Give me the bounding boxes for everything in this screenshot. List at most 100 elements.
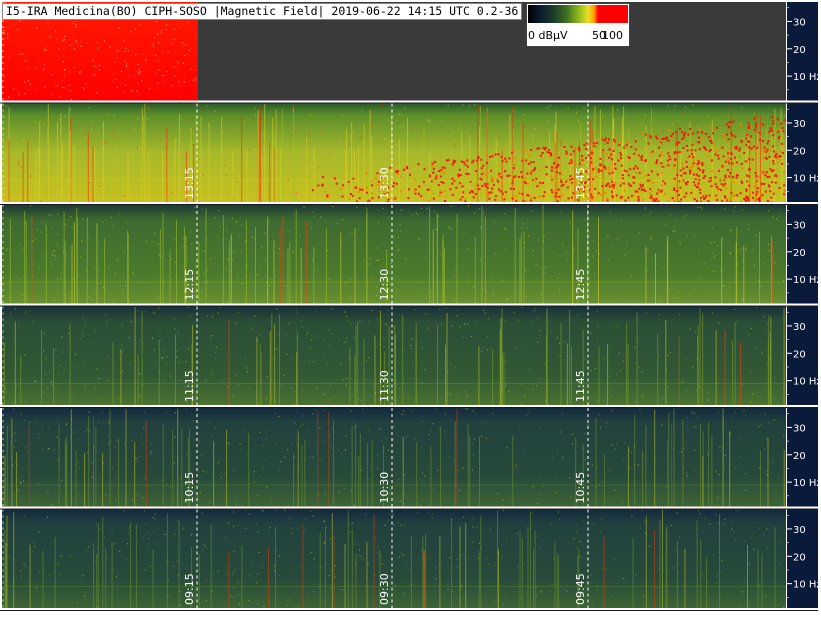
noise-speck [368, 138, 370, 140]
noise-speck [570, 496, 572, 498]
noise-speck [88, 182, 90, 184]
noise-speck [358, 549, 360, 551]
saturated-speck [565, 152, 568, 155]
saturated-speck [692, 156, 695, 159]
noise-speck [739, 155, 741, 158]
saturated-speck [530, 161, 532, 164]
saturated-speck [756, 146, 759, 149]
noise-speck [549, 105, 551, 107]
noise-speck [359, 106, 361, 108]
noise-speck [523, 563, 525, 565]
noise-speck [441, 191, 443, 193]
noise-speck [19, 481, 21, 483]
impulse-stripe [566, 343, 568, 405]
saturated-speck [715, 186, 718, 188]
noise-speck [165, 412, 167, 414]
noise-speck [191, 59, 193, 61]
noise-speck [727, 433, 729, 435]
impulse-stripe [480, 516, 482, 608]
saturated-speck [748, 125, 751, 128]
noise-speck [398, 388, 400, 390]
saturated-speck [547, 149, 550, 152]
noise-speck [584, 358, 586, 360]
saturated-speck [550, 189, 553, 191]
noise-speck [91, 121, 93, 123]
noise-speck [56, 436, 58, 438]
saturated-speck [730, 157, 733, 160]
noise-speck [307, 594, 309, 596]
saturated-speck [612, 186, 615, 189]
frequency-tick-label: 20 [793, 552, 806, 563]
noise-speck [712, 270, 715, 272]
frequency-tick-label: 30 [793, 220, 806, 231]
saturated-speck [488, 197, 491, 200]
noise-speck [76, 606, 79, 608]
noise-speck [257, 602, 259, 604]
impulse-stripe [467, 423, 469, 507]
saturated-speck [752, 196, 754, 199]
saturated-speck [762, 123, 765, 126]
saturated-speck [476, 162, 479, 165]
noise-speck [536, 502, 539, 505]
noise-speck [372, 277, 374, 280]
impulse-stripe [8, 139, 10, 202]
noise-speck [328, 278, 330, 280]
noise-speck [158, 307, 160, 309]
noise-speck [93, 74, 95, 76]
saturated-speck [763, 170, 766, 173]
noise-speck [191, 243, 193, 245]
noise-speck [532, 511, 534, 513]
noise-speck [408, 397, 410, 399]
saturated-speck [748, 146, 751, 149]
noise-speck [338, 491, 340, 493]
noise-speck [93, 290, 95, 292]
noise-speck [444, 431, 446, 433]
impulse-stripe [479, 126, 480, 202]
noise-speck [156, 297, 158, 299]
noise-speck [564, 199, 567, 202]
saturated-speck [734, 194, 736, 197]
noise-speck [56, 38, 58, 40]
noise-speck [166, 356, 168, 358]
noise-speck [759, 584, 761, 586]
noise-speck [20, 498, 22, 500]
noise-speck [44, 49, 46, 51]
noise-speck [336, 223, 338, 225]
noise-speck [589, 400, 591, 402]
noise-speck [26, 451, 28, 453]
saturated-speck [358, 190, 361, 193]
noise-speck [40, 200, 42, 202]
noise-speck [286, 353, 288, 355]
noise-speck [165, 364, 167, 366]
noise-speck [535, 595, 537, 597]
noise-speck [215, 163, 217, 165]
noise-speck [114, 61, 116, 63]
noise-speck [142, 537, 144, 539]
impulse-stripe [120, 349, 122, 405]
saturated-speck [438, 194, 441, 197]
noise-speck [414, 438, 417, 440]
noise-speck [23, 516, 25, 518]
saturated-speck [513, 149, 516, 152]
saturated-speck [714, 153, 717, 156]
noise-speck [752, 248, 755, 250]
saturated-speck [704, 147, 707, 149]
noise-speck [707, 391, 709, 393]
noise-speck [114, 159, 116, 161]
noise-speck [748, 603, 750, 606]
noise-speck [513, 122, 515, 124]
noise-speck [356, 155, 358, 157]
noise-speck [524, 270, 526, 272]
noise-speck [672, 230, 674, 232]
noise-speck [55, 31, 57, 33]
noise-speck [681, 111, 684, 113]
saturated-speck [638, 187, 641, 190]
noise-speck [426, 119, 429, 121]
noise-speck [387, 520, 389, 522]
noise-speck [173, 38, 175, 40]
noise-speck [332, 206, 334, 208]
noise-speck [658, 314, 660, 316]
saturated-speck [660, 162, 663, 165]
noise-speck [266, 486, 268, 488]
noise-speck [47, 491, 49, 493]
